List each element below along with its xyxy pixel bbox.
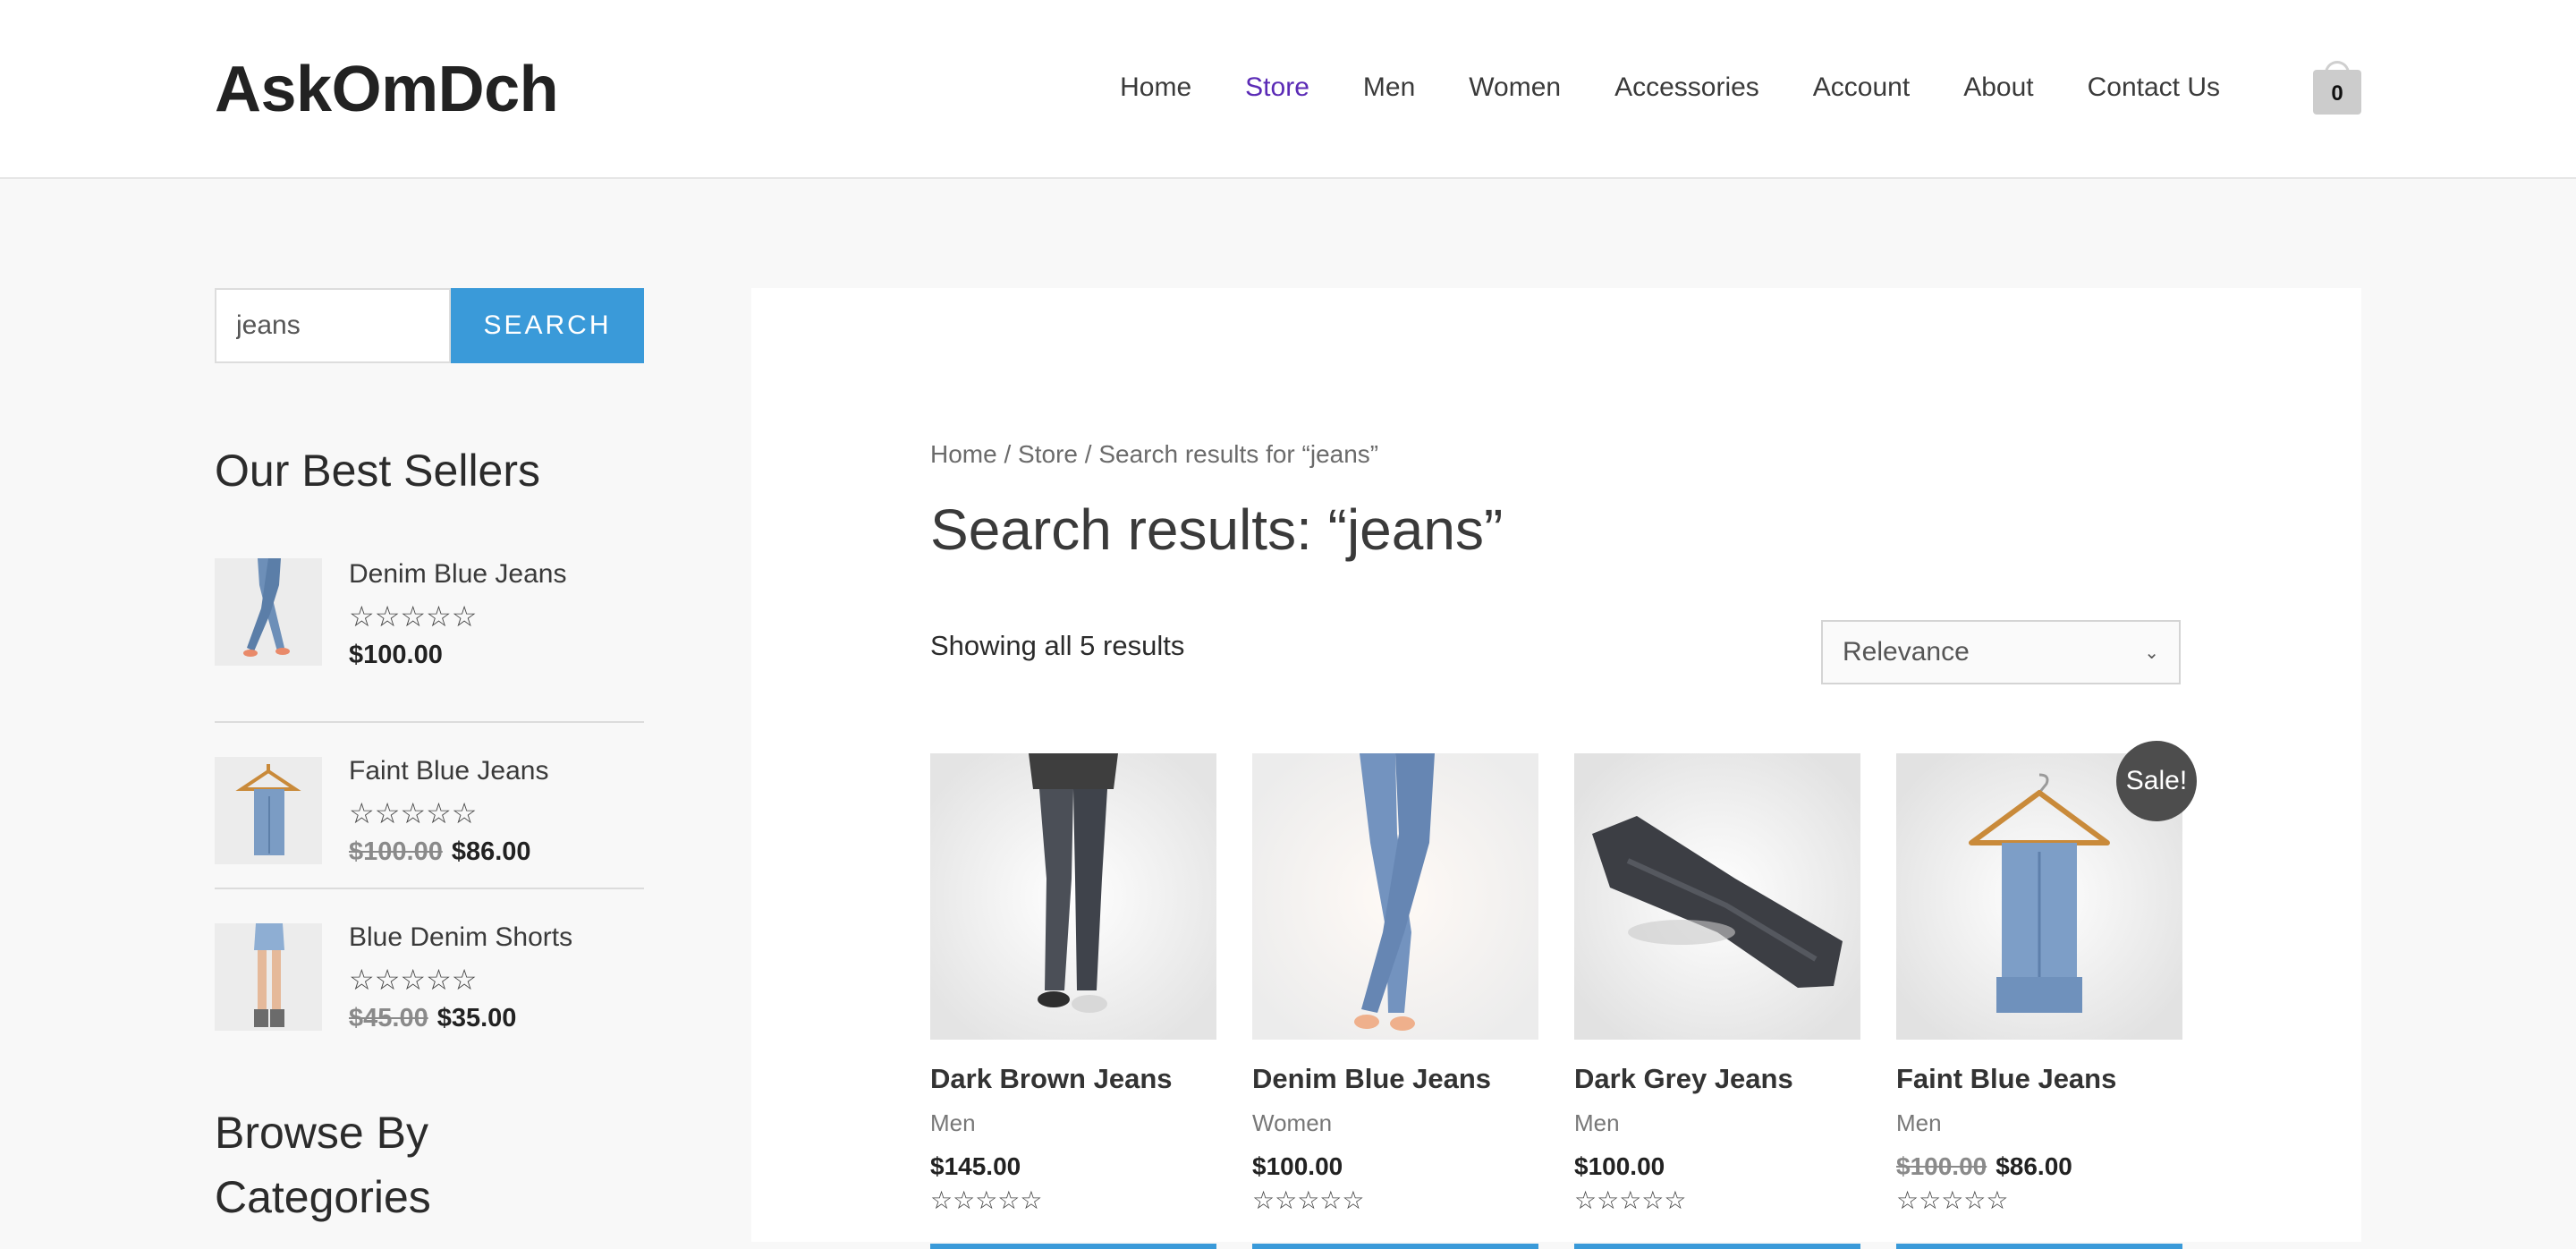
star-rating: ☆☆☆☆☆ — [349, 797, 478, 829]
best-seller-item: Denim Blue Jeans ☆☆☆☆☆ $100.00 — [215, 557, 644, 723]
add-to-cart-button[interactable] — [930, 1244, 1216, 1249]
best-seller-info: Blue Denim Shorts ☆☆☆☆☆ $45.00 $35.00 — [349, 920, 572, 1036]
star-rating: ☆☆☆☆☆ — [349, 600, 478, 633]
sort-select-value: Relevance — [1843, 637, 1970, 667]
product-card: Dark Brown Jeans Men $145.00 ☆☆☆☆☆ — [930, 753, 1216, 1249]
product-image[interactable] — [930, 753, 1216, 1040]
site-logo[interactable]: AskOmDch — [215, 52, 559, 127]
original-price: $100.00 — [1896, 1152, 1987, 1180]
product-grid: Dark Brown Jeans Men $145.00 ☆☆☆☆☆ Denim… — [930, 741, 2197, 1249]
star-rating: ☆☆☆☆☆ — [1896, 1186, 2009, 1214]
current-price: $100.00 — [1252, 1152, 1343, 1180]
product-thumbnail[interactable] — [215, 757, 322, 864]
cart-count: 0 — [2313, 70, 2361, 115]
product-title[interactable]: Denim Blue Jeans — [1252, 1061, 1538, 1097]
best-sellers-list: Denim Blue Jeans ☆☆☆☆☆ $100.00 Faint Blu… — [215, 557, 644, 1056]
original-price: $45.00 — [349, 1004, 428, 1032]
product-image[interactable] — [1574, 753, 1860, 1040]
product-card: Denim Blue Jeans Women $100.00 ☆☆☆☆☆ — [1252, 753, 1538, 1249]
product-image[interactable] — [1252, 753, 1538, 1040]
result-count: Showing all 5 results — [930, 630, 1185, 661]
sort-select[interactable]: Relevance ⌄ — [1821, 620, 2181, 684]
product-card: Dark Grey Jeans Men $100.00 ☆☆☆☆☆ — [1574, 753, 1860, 1249]
best-sellers-title: Our Best Sellers — [215, 446, 541, 496]
product-search-form: SEARCH — [215, 288, 644, 363]
product-thumbnail[interactable] — [215, 558, 322, 666]
product-category[interactable]: Women — [1252, 1108, 1538, 1138]
nav-store[interactable]: Store — [1245, 70, 1309, 106]
categories-title-line-1: Browse By — [215, 1108, 428, 1158]
breadcrumb-separator: / — [1004, 440, 1012, 468]
breadcrumb-home[interactable]: Home — [930, 440, 997, 468]
breadcrumb-separator: / — [1084, 440, 1092, 468]
nav-contact-us[interactable]: Contact Us — [2088, 70, 2220, 106]
product-price: $100.00 $86.00 — [1896, 1149, 2182, 1185]
breadcrumb: Home / Store / Search results for “jeans… — [930, 437, 1378, 472]
product-thumbnail[interactable] — [215, 923, 322, 1031]
site-header: AskOmDch Home Store Men Women Accessorie… — [0, 0, 2576, 179]
star-rating: ☆☆☆☆☆ — [930, 1186, 1043, 1214]
product-card: Sale! Faint Blue Jeans Men $100.00 $86.00… — [1896, 741, 2197, 1249]
original-price: $100.00 — [349, 837, 443, 866]
sale-price: $86.00 — [1996, 1152, 2072, 1180]
star-rating: ☆☆☆☆☆ — [349, 964, 478, 996]
nav-about[interactable]: About — [1963, 70, 2033, 106]
nav-home[interactable]: Home — [1120, 70, 1191, 106]
add-to-cart-button[interactable] — [1574, 1244, 1860, 1249]
best-seller-item: Blue Denim Shorts ☆☆☆☆☆ $45.00 $35.00 — [215, 889, 644, 1056]
current-price: $100.00 — [1574, 1152, 1665, 1180]
product-title[interactable]: Faint Blue Jeans — [1896, 1061, 2182, 1097]
product-category[interactable]: Men — [930, 1108, 1216, 1138]
categories-title-line-2: Categories — [215, 1172, 431, 1222]
nav-accessories[interactable]: Accessories — [1614, 70, 1759, 106]
star-rating: ☆☆☆☆☆ — [1574, 1186, 1687, 1214]
categories-title: Browse By Categories — [215, 1100, 431, 1229]
search-input[interactable] — [215, 288, 451, 363]
add-to-cart-button[interactable] — [1896, 1244, 2182, 1249]
current-price: $145.00 — [930, 1152, 1021, 1180]
chevron-down-icon: ⌄ — [2144, 642, 2159, 663]
breadcrumb-store[interactable]: Store — [1018, 440, 1078, 468]
sale-price: $86.00 — [451, 837, 531, 866]
product-price: $145.00 — [930, 1149, 1216, 1185]
product-category[interactable]: Men — [1896, 1108, 2182, 1138]
product-title[interactable]: Dark Brown Jeans — [930, 1061, 1216, 1097]
page-title: Search results: “jeans” — [930, 497, 1504, 562]
main-nav: Home Store Men Women Accessories Account… — [1120, 70, 2220, 106]
breadcrumb-current: Search results for “jeans” — [1098, 440, 1379, 468]
cart-button[interactable]: 0 — [2313, 61, 2361, 115]
best-seller-info: Denim Blue Jeans ☆☆☆☆☆ $100.00 — [349, 557, 566, 673]
best-seller-name[interactable]: Denim Blue Jeans — [349, 557, 566, 592]
product-price: $100.00 — [1574, 1149, 1860, 1185]
best-seller-item: Faint Blue Jeans ☆☆☆☆☆ $100.00 $86.00 — [215, 723, 644, 889]
add-to-cart-button[interactable] — [1252, 1244, 1538, 1249]
nav-women[interactable]: Women — [1469, 70, 1561, 106]
nav-account[interactable]: Account — [1813, 70, 1910, 106]
best-seller-info: Faint Blue Jeans ☆☆☆☆☆ $100.00 $86.00 — [349, 753, 548, 870]
product-title[interactable]: Dark Grey Jeans — [1574, 1061, 1860, 1097]
best-seller-name[interactable]: Blue Denim Shorts — [349, 920, 572, 956]
sale-price: $35.00 — [436, 1004, 517, 1032]
product-price: $100.00 — [1252, 1149, 1538, 1185]
product-category[interactable]: Men — [1574, 1108, 1860, 1138]
main-content: Home / Store / Search results for “jeans… — [751, 288, 2361, 1249]
current-price: $100.00 — [349, 641, 443, 669]
best-seller-name[interactable]: Faint Blue Jeans — [349, 753, 548, 789]
nav-men[interactable]: Men — [1363, 70, 1415, 106]
sale-badge: Sale! — [2116, 741, 2197, 821]
best-seller-price: $100.00 — [349, 637, 566, 673]
best-seller-price: $100.00 $86.00 — [349, 834, 548, 870]
search-button[interactable]: SEARCH — [451, 288, 644, 363]
best-seller-price: $45.00 $35.00 — [349, 1000, 572, 1036]
star-rating: ☆☆☆☆☆ — [1252, 1186, 1365, 1214]
